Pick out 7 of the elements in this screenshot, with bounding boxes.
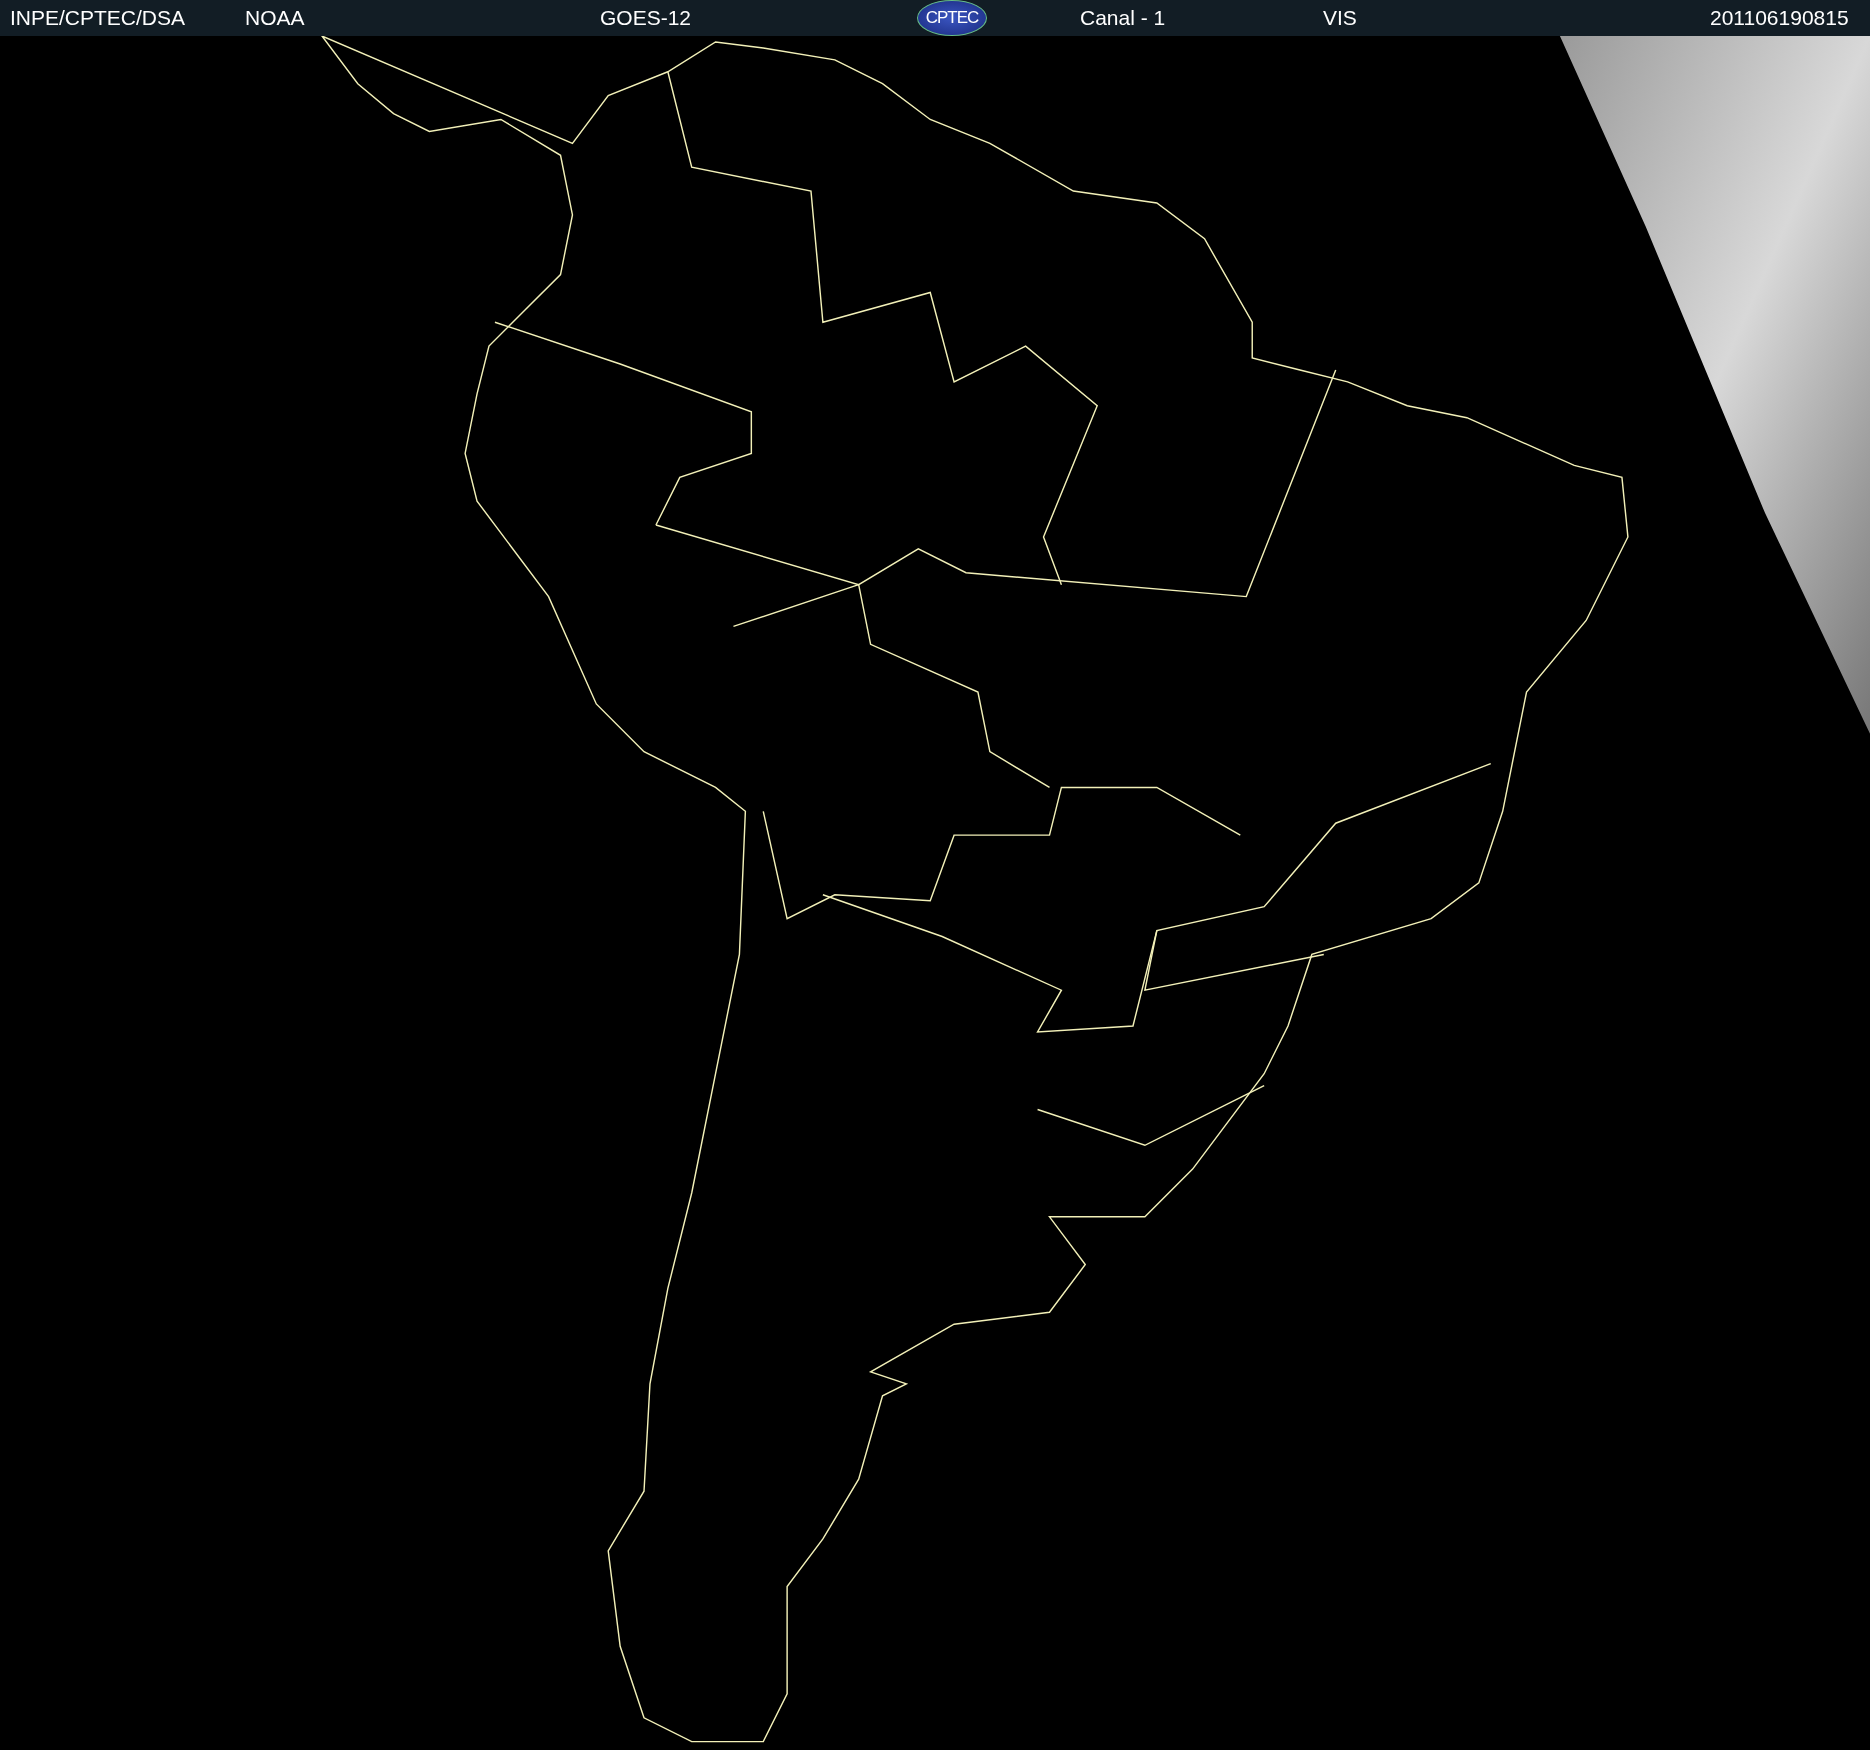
header-label: Canal - 1 [1080, 5, 1166, 31]
header-label: NOAA [245, 5, 305, 31]
cptec-logo: CPTEC [917, 0, 987, 36]
header-label: 201106190815 [1710, 5, 1849, 31]
header-label: VIS [1323, 5, 1357, 31]
header-label: GOES-12 [600, 5, 692, 31]
header-label: INPE/CPTEC/DSA [10, 5, 186, 31]
